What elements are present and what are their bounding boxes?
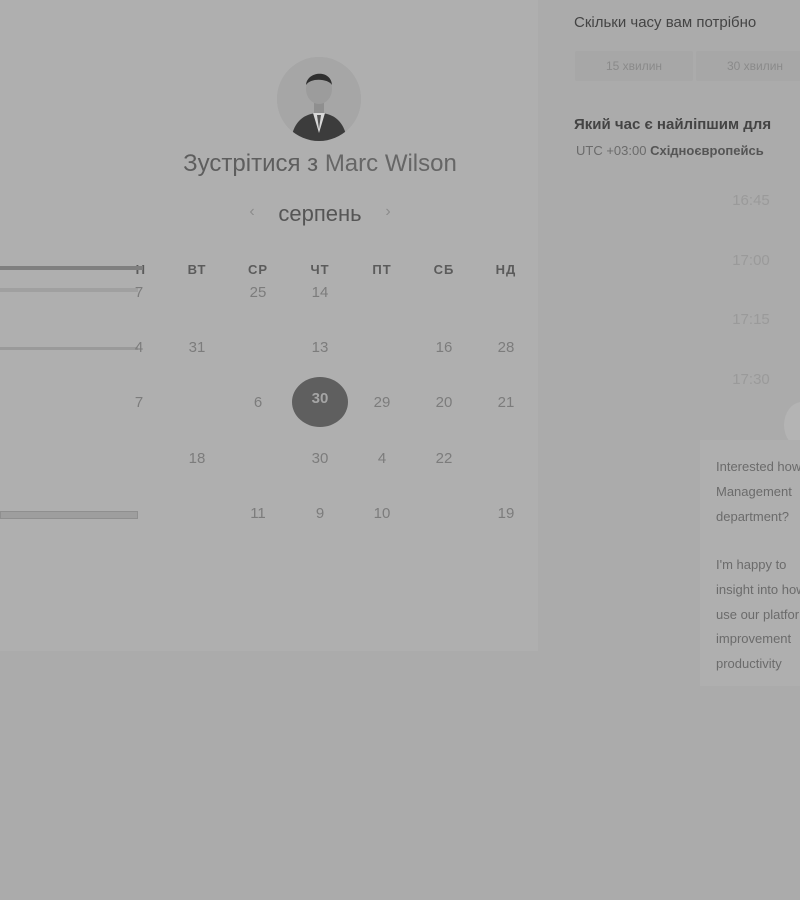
calendar-day[interactable]: 13 bbox=[300, 336, 340, 360]
loading-bar bbox=[0, 511, 138, 519]
bio-line: department? bbox=[716, 509, 789, 524]
calendar-day[interactable]: 4 bbox=[362, 447, 402, 471]
month-label: серпень bbox=[278, 201, 362, 226]
bio-line: I'm happy to bbox=[716, 557, 787, 572]
weekday-sat: СБ bbox=[433, 262, 455, 277]
calendar-day[interactable] bbox=[177, 281, 217, 305]
calendar-day[interactable]: 4 bbox=[119, 336, 159, 360]
duration-question: Скільки часу вам потрібно bbox=[574, 14, 757, 31]
duration-option-30[interactable]: 30 хвилин bbox=[696, 51, 800, 81]
calendar-day[interactable]: 18 bbox=[177, 447, 217, 471]
calendar-day[interactable] bbox=[362, 336, 402, 360]
host-name: Marc Wilson bbox=[324, 150, 457, 177]
weekday-sun: НД bbox=[495, 262, 517, 277]
chevron-left-icon[interactable]: ‹ bbox=[243, 203, 261, 221]
bio-line: improvement bbox=[716, 631, 792, 646]
calendar-day[interactable] bbox=[486, 281, 526, 305]
calendar-day[interactable] bbox=[424, 502, 464, 526]
time-slot[interactable]: 16:45 bbox=[690, 186, 800, 216]
calendar-day[interactable]: 7 bbox=[119, 391, 159, 415]
calendar-day[interactable] bbox=[177, 502, 217, 526]
time-slot[interactable]: 17:15 bbox=[690, 305, 800, 335]
bio-line: insight into how bbox=[716, 582, 800, 597]
timezone-label[interactable]: UTC +03:00 Східноєвропейсь bbox=[576, 143, 764, 158]
bio-line: Management bbox=[716, 484, 792, 499]
weekday-wed: СР bbox=[247, 262, 269, 277]
calendar-day[interactable]: 25 bbox=[238, 281, 278, 305]
calendar-day[interactable] bbox=[119, 447, 159, 471]
calendar-day[interactable]: 28 bbox=[486, 336, 526, 360]
calendar-day[interactable] bbox=[424, 281, 464, 305]
calendar-day[interactable]: 7 bbox=[119, 281, 159, 305]
chevron-right-icon[interactable]: › bbox=[379, 203, 397, 221]
timezone-name: Східноєвропейсь bbox=[650, 143, 764, 158]
calendar-day[interactable]: 11 bbox=[238, 502, 278, 526]
calendar-day[interactable] bbox=[119, 502, 159, 526]
calendar-day-selected[interactable]: 30 bbox=[292, 390, 348, 407]
calendar-day[interactable]: 29 bbox=[362, 391, 402, 415]
calendar-day[interactable]: 31 bbox=[177, 336, 217, 360]
loading-bar bbox=[0, 288, 138, 292]
weekday-fri: ПТ bbox=[372, 262, 392, 277]
calendar-day[interactable]: 30 bbox=[300, 447, 340, 471]
loading-bar bbox=[0, 266, 143, 270]
weekday-tue: ВТ bbox=[187, 262, 207, 277]
calendar-day[interactable]: 19 bbox=[486, 502, 526, 526]
calendar-day[interactable] bbox=[486, 447, 526, 471]
host-avatar bbox=[277, 57, 361, 141]
calendar-day[interactable] bbox=[177, 391, 217, 415]
bio-line: Interested how bbox=[716, 459, 800, 474]
calendar-day[interactable] bbox=[238, 336, 278, 360]
bio-line: productivity bbox=[716, 656, 782, 671]
calendar-day[interactable]: 10 bbox=[362, 502, 402, 526]
calendar-day[interactable] bbox=[238, 447, 278, 471]
loading-bar bbox=[0, 347, 138, 350]
calendar-day[interactable]: 16 bbox=[424, 336, 464, 360]
calendar-day[interactable]: 21 bbox=[486, 391, 526, 415]
meeting-title-prefix: Зустрітися з bbox=[183, 150, 319, 177]
time-slot[interactable]: 17:00 bbox=[690, 246, 800, 276]
bio-line: use our platform bbox=[716, 607, 800, 622]
duration-option-15[interactable]: 15 хвилин bbox=[575, 51, 693, 81]
calendar-day[interactable]: 14 bbox=[300, 281, 340, 305]
time-question: Який час є найліпшим для bbox=[574, 116, 772, 133]
calendar-day[interactable]: 22 bbox=[424, 447, 464, 471]
weekday-thu: ЧТ bbox=[310, 262, 330, 277]
calendar-day[interactable] bbox=[362, 281, 402, 305]
time-slot[interactable]: 17:30 bbox=[690, 365, 800, 395]
calendar-day[interactable]: 9 bbox=[300, 502, 340, 526]
calendar-day[interactable]: 6 bbox=[238, 391, 278, 415]
scheduler-left-panel bbox=[0, 0, 538, 651]
timezone-offset: UTC +03:00 bbox=[576, 143, 647, 158]
calendar-day[interactable]: 20 bbox=[424, 391, 464, 415]
